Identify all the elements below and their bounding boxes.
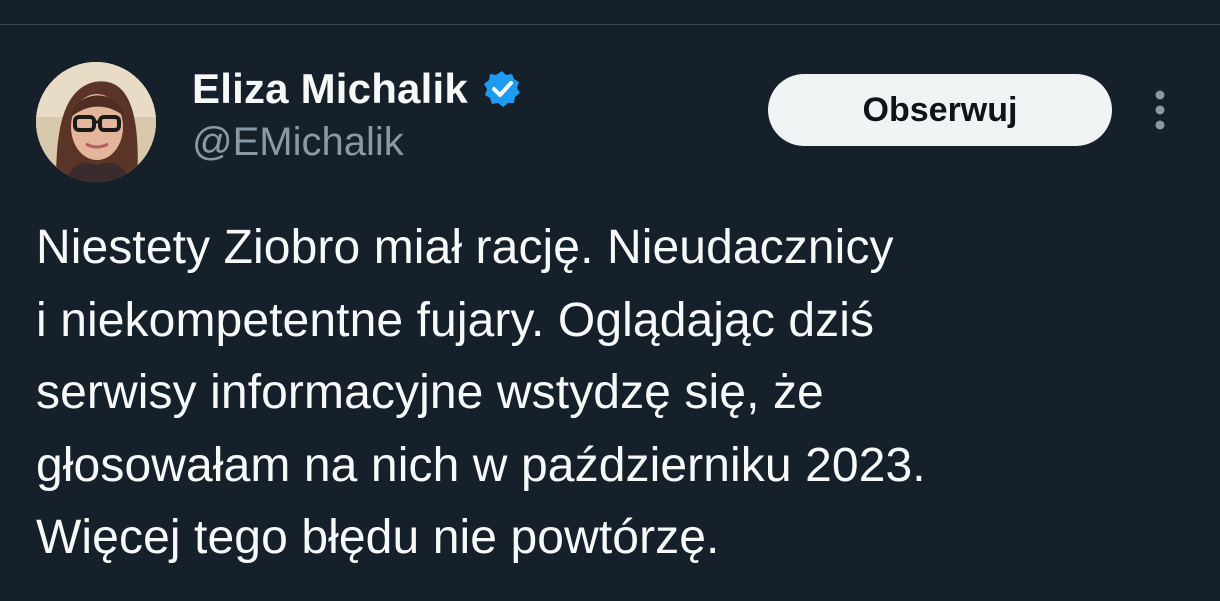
profile-photo [36, 62, 156, 182]
author-display-name[interactable]: Eliza Michalik [192, 65, 468, 113]
author-handle[interactable]: @EMichalik [192, 120, 522, 165]
author-block: Eliza Michalik @EMichalik [192, 60, 522, 165]
tweet-line-5: Więcej tego błędu nie powtórzę. [36, 511, 720, 564]
tweet-line-4: głosowałam na nich w październiku 2023. [36, 438, 926, 492]
three-dots-vertical-icon [1155, 90, 1165, 130]
tweet-line-1: Niestety Ziobro miał rację. Nieudacznicy [36, 221, 894, 274]
tweet-screen: Eliza Michalik @EMichalik Obserwuj Niest… [0, 0, 1220, 601]
verified-badge-icon [482, 69, 522, 109]
author-name-row: Eliza Michalik [192, 60, 522, 118]
follow-button[interactable]: Obserwuj [768, 74, 1112, 146]
more-options-button[interactable] [1145, 88, 1175, 132]
avatar[interactable] [36, 62, 156, 182]
top-divider [0, 24, 1220, 25]
tweet-line-2: i niekompetentne fujary. Oglądając dziś [36, 293, 875, 347]
tweet-line-3: serwisy informacyjne wstydzę się, że [36, 366, 824, 419]
tweet-text: Niestety Ziobro miał rację. Nieudacznicy… [36, 212, 1196, 575]
